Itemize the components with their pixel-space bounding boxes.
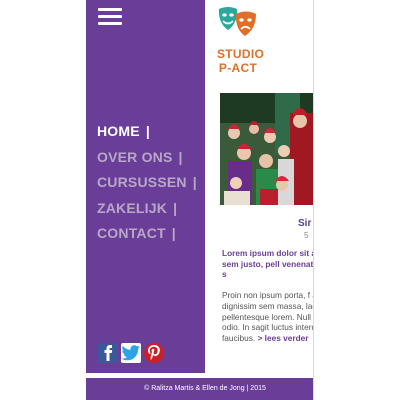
nav-item-home[interactable]: HOME | <box>97 120 197 146</box>
facebook-icon[interactable] <box>98 343 118 363</box>
twitter-icon[interactable] <box>121 343 141 363</box>
post-intro: Lorem ipsum dolor sit am elit.Nunc sem j… <box>222 248 314 279</box>
nav-separator: | <box>192 174 197 190</box>
logo-line-2: P-ACT <box>218 61 258 75</box>
nav-separator: | <box>171 225 176 241</box>
page-frame: HOME | OVER ONS | CURSUSSEN | ZAKELIJK | CON… <box>86 0 314 400</box>
nav-separator: | <box>178 148 183 165</box>
nav-item-contact[interactable]: CONTACT | <box>97 222 197 248</box>
nav-item-label: CURSUSSEN <box>97 174 187 190</box>
studio-p-act-logo[interactable]: STUDIO P-ACT <box>217 6 265 80</box>
footer: © Ralitza Martis & Ellen de Jong | 2015 <box>86 378 314 400</box>
post-title[interactable]: Sir <box>298 218 311 229</box>
sidebar: HOME | OVER ONS | CURSUSSEN | ZAKELIJK | CON… <box>86 0 205 373</box>
menu-icon[interactable] <box>98 8 122 26</box>
nav-item-label: ZAKELIJK <box>97 199 168 216</box>
nav-item-label: OVER ONS <box>97 148 173 165</box>
footer-text: © Ralitza Martis & Ellen de Jong | 2015 <box>144 385 266 392</box>
read-more-link[interactable]: > lees verder <box>258 333 309 343</box>
nav-item-over-ons[interactable]: OVER ONS | <box>97 146 197 172</box>
logo-line-1: STUDIO <box>217 47 265 61</box>
nav-item-zakelijk[interactable]: ZAKELIJK | <box>97 197 197 223</box>
main-nav: HOME | OVER ONS | CURSUSSEN | ZAKELIJK | CON… <box>97 120 197 248</box>
theatre-masks-icon <box>218 7 256 36</box>
nav-item-label: CONTACT <box>97 225 166 241</box>
social-links <box>98 343 164 363</box>
post-body: Proin non ipsum porta, f ante. Vivamus d… <box>222 290 314 344</box>
nav-item-cursussen[interactable]: CURSUSSEN | <box>97 171 197 197</box>
nav-separator: | <box>173 199 178 216</box>
nav-item-label: HOME <box>97 123 140 139</box>
pinterest-icon[interactable] <box>144 343 164 363</box>
nav-separator: | <box>145 123 150 139</box>
post-photo[interactable] <box>220 93 314 205</box>
post-date: 5 <box>304 231 309 240</box>
frame-divider <box>313 0 314 400</box>
